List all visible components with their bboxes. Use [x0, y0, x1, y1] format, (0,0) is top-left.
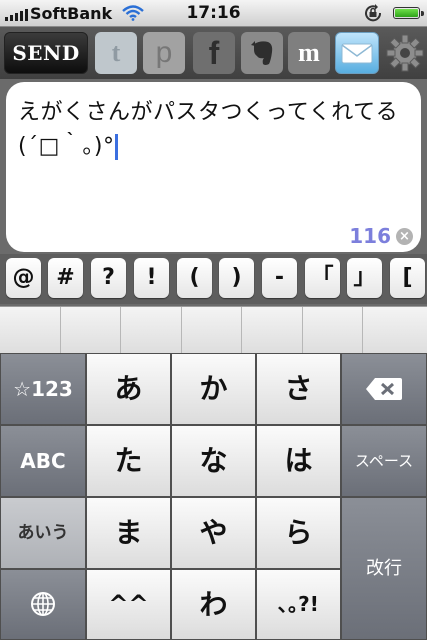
symbol-key-hash[interactable]: #	[48, 258, 83, 298]
facebook-icon[interactable]: f	[193, 32, 235, 74]
kana-key-ta[interactable]: た	[86, 425, 171, 497]
symbol-key-close-paren[interactable]: )	[219, 258, 254, 298]
kana-key-a[interactable]: あ	[86, 353, 171, 425]
plurk-icon[interactable]: p	[143, 32, 185, 74]
kana-key-ya[interactable]: や	[171, 497, 256, 569]
gear-icon	[386, 34, 424, 72]
symbol-key-hyphen[interactable]: -	[262, 258, 297, 298]
kana-keyboard: ☆123 あ か さ ABC た な は スペース あいう ま や ら 改行 ^…	[0, 353, 427, 640]
compose-text-area[interactable]: えがくさんがパスタつくってくれてる(´□｀。)° 116 ×	[6, 82, 421, 252]
candidate-bar[interactable]	[0, 306, 427, 354]
symbol-key-question[interactable]: ?	[91, 258, 126, 298]
punctuation-key[interactable]: ､｡?!	[256, 569, 341, 640]
battery-icon	[393, 7, 424, 19]
return-key[interactable]: 改行	[341, 497, 427, 640]
evernote-elephant-icon	[251, 41, 273, 65]
globe-key[interactable]	[0, 569, 86, 640]
space-key[interactable]: スペース	[341, 425, 427, 497]
symbol-key-square-bracket[interactable]: [	[390, 258, 425, 298]
symbol-row: @ # ? ! ( ) - 「 」 [	[0, 254, 427, 304]
backspace-icon	[366, 378, 402, 400]
compose-text: えがくさんがパスタつくってくれてる(´□｀。)°	[18, 100, 399, 159]
send-button[interactable]: SEND	[4, 32, 88, 74]
symbol-key-close-bracket[interactable]: 」	[347, 258, 382, 298]
globe-icon	[31, 592, 55, 616]
kana-key-ka[interactable]: か	[171, 353, 256, 425]
abc-key[interactable]: ABC	[0, 425, 86, 497]
toolbar: SEND t p f m	[0, 27, 427, 79]
kana-key-sa[interactable]: さ	[256, 353, 341, 425]
kana-mode-key[interactable]: あいう	[0, 497, 86, 569]
symbol-key-open-paren[interactable]: (	[177, 258, 212, 298]
orientation-lock-icon	[365, 4, 382, 22]
kana-key-wa[interactable]: わ	[171, 569, 256, 640]
envelope-icon	[341, 43, 373, 64]
symbol-key-exclamation[interactable]: !	[134, 258, 169, 298]
clear-icon[interactable]: ×	[396, 228, 413, 245]
kana-key-na[interactable]: な	[171, 425, 256, 497]
text-cursor	[115, 134, 119, 160]
status-bar: SoftBank 17:16	[0, 0, 427, 27]
kana-key-ma[interactable]: ま	[86, 497, 171, 569]
evernote-icon[interactable]	[241, 32, 283, 74]
numbers-key[interactable]: ☆123	[0, 353, 86, 425]
twitter-icon[interactable]: t	[95, 32, 137, 74]
mixi-icon[interactable]: m	[288, 32, 330, 74]
backspace-key[interactable]	[341, 353, 427, 425]
kaomoji-key[interactable]: ^^	[86, 569, 171, 640]
symbol-key-at[interactable]: @	[6, 258, 41, 298]
symbol-key-open-bracket[interactable]: 「	[305, 258, 340, 298]
character-counter: 116	[349, 224, 391, 248]
kana-key-ha[interactable]: は	[256, 425, 341, 497]
settings-button[interactable]	[384, 32, 426, 74]
kana-key-ra[interactable]: ら	[256, 497, 341, 569]
mail-button[interactable]	[335, 32, 379, 74]
